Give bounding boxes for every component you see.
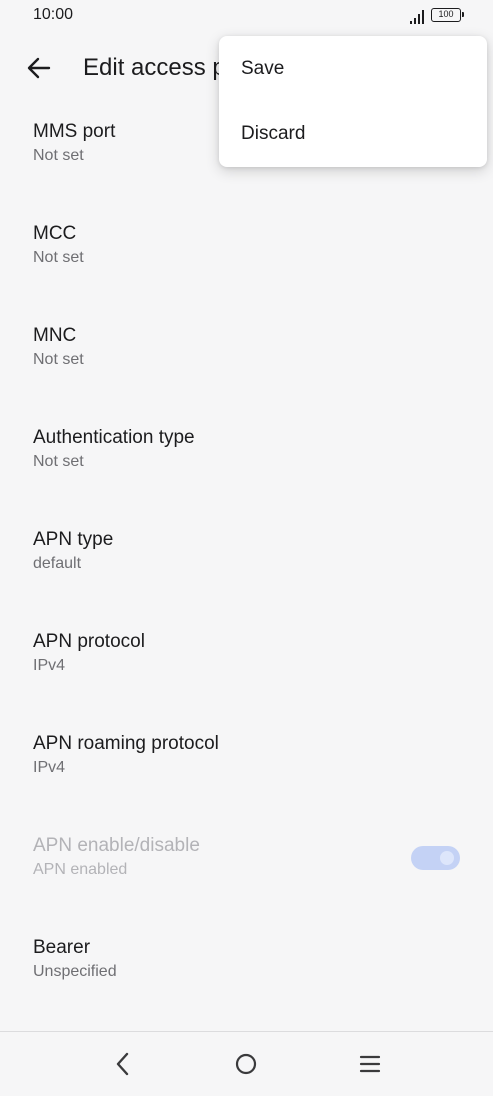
setting-title: MNC [33, 325, 77, 346]
arrow-left-icon[interactable] [25, 54, 53, 82]
setting-apn-enable-disable: APN enable/disable APN enabled [33, 833, 473, 881]
signal-icon [410, 10, 426, 24]
setting-title: Authentication type [33, 427, 195, 448]
status-bar: 10:00 100 [0, 0, 493, 32]
setting-apn-roaming-protocol[interactable]: APN roaming protocol IPv4 [33, 731, 473, 779]
recents-icon[interactable] [358, 1053, 382, 1075]
menu-item-discard[interactable]: Discard [219, 102, 487, 166]
overflow-menu: Save Discard [219, 36, 487, 167]
status-time: 10:00 [33, 6, 74, 23]
setting-summary: Not set [33, 249, 84, 266]
setting-mcc[interactable]: MCC Not set [33, 221, 473, 269]
setting-summary: IPv4 [33, 657, 66, 674]
apn-enable-toggle [411, 846, 460, 870]
home-icon[interactable] [235, 1053, 257, 1075]
setting-summary: Not set [33, 453, 84, 470]
setting-title: APN protocol [33, 631, 145, 652]
setting-bearer[interactable]: Bearer Unspecified [33, 935, 473, 983]
setting-authentication-type[interactable]: Authentication type Not set [33, 425, 473, 473]
setting-summary: IPv4 [33, 759, 66, 776]
battery-icon: 100 [431, 8, 464, 22]
setting-title: MCC [33, 223, 77, 244]
menu-item-save[interactable]: Save [219, 37, 487, 101]
setting-summary: APN enabled [33, 861, 128, 878]
navigation-bar [0, 1031, 493, 1096]
setting-summary: Not set [33, 351, 84, 368]
setting-summary: Unspecified [33, 963, 117, 980]
setting-title: Bearer [33, 937, 91, 958]
setting-apn-protocol[interactable]: APN protocol IPv4 [33, 629, 473, 677]
setting-title: APN enable/disable [33, 835, 200, 856]
toggle-knob [440, 851, 454, 865]
back-icon[interactable] [112, 1050, 134, 1078]
setting-summary: default [33, 555, 82, 572]
setting-title: APN roaming protocol [33, 733, 219, 754]
setting-title: APN type [33, 529, 114, 550]
setting-mnc[interactable]: MNC Not set [33, 323, 473, 371]
setting-apn-type[interactable]: APN type default [33, 527, 473, 575]
screen: 10:00 100 Edit access point MMS port Not… [0, 0, 493, 1096]
